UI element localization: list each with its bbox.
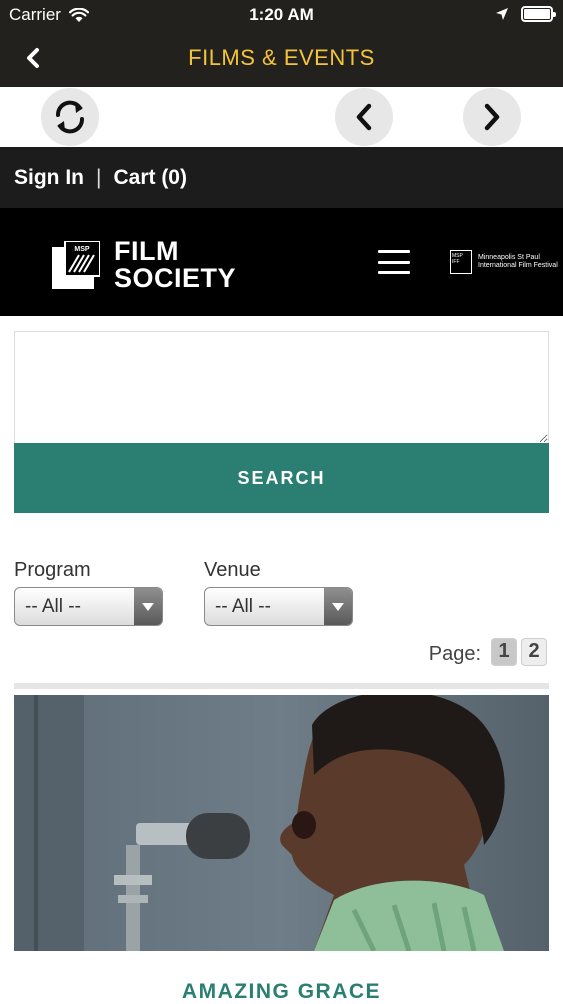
logo-line-2: SOCIETY	[114, 263, 237, 293]
hamburger-menu-icon[interactable]	[378, 250, 410, 274]
battery-icon	[521, 6, 556, 22]
dropdown-arrow-icon	[134, 588, 162, 625]
browser-toolbar	[0, 87, 563, 147]
chevron-right-icon	[484, 103, 500, 131]
film-society-logo[interactable]: MSP FILM SOCIETY	[52, 238, 236, 292]
program-select-value: -- All --	[25, 596, 81, 617]
site-header: MSP FILM SOCIETY MSP IFF Minneapolis St …	[0, 208, 563, 316]
chevron-left-icon	[356, 103, 372, 131]
mspiff-logo[interactable]: MSP IFF Minneapolis St Paul Internationa…	[450, 250, 558, 274]
page-2-button[interactable]: 2	[521, 637, 547, 666]
clock: 1:20 AM	[249, 5, 314, 24]
sign-in-link[interactable]: Sign In	[14, 166, 84, 190]
search-button[interactable]: SEARCH	[14, 443, 549, 513]
account-separator: |	[96, 165, 102, 189]
location-arrow-icon	[496, 8, 508, 20]
program-label: Program	[14, 559, 91, 581]
status-bar: Carrier 1:20 AM	[0, 0, 563, 30]
venue-label: Venue	[204, 559, 261, 581]
msp-logo-mark-icon: MSP	[52, 241, 100, 289]
account-bar: Sign In | Cart (0)	[0, 147, 563, 208]
film-still-image[interactable]	[14, 695, 549, 951]
list-divider	[14, 683, 549, 689]
browser-back-button[interactable]	[335, 88, 393, 146]
mspiff-name: Minneapolis St Paul International Film F…	[478, 254, 558, 269]
status-right-group	[495, 6, 556, 22]
browser-forward-button[interactable]	[463, 88, 521, 146]
film-title-link[interactable]: AMAZING GRACE	[0, 980, 563, 1004]
svg-text:MSP: MSP	[74, 246, 90, 253]
page-1-button[interactable]: 1	[491, 637, 517, 666]
logo-line-1: FILM	[114, 236, 179, 266]
page-label: Page:	[428, 643, 481, 665]
search-input[interactable]	[14, 331, 549, 443]
program-select[interactable]: -- All --	[14, 587, 163, 626]
dropdown-arrow-icon	[324, 588, 352, 625]
refresh-icon	[55, 100, 85, 134]
nav-title: FILMS & EVENTS	[188, 45, 375, 70]
app-nav-bar: FILMS & EVENTS	[0, 30, 563, 87]
cart-link[interactable]: Cart (0)	[113, 166, 187, 190]
logo-wordmark: FILM SOCIETY	[114, 238, 236, 292]
mspiff-badge: MSP IFF	[450, 250, 472, 274]
pagination: Page: 1 2	[429, 637, 547, 666]
refresh-button[interactable]	[41, 88, 99, 146]
venue-select-value: -- All --	[215, 596, 271, 617]
venue-select[interactable]: -- All --	[204, 587, 353, 626]
